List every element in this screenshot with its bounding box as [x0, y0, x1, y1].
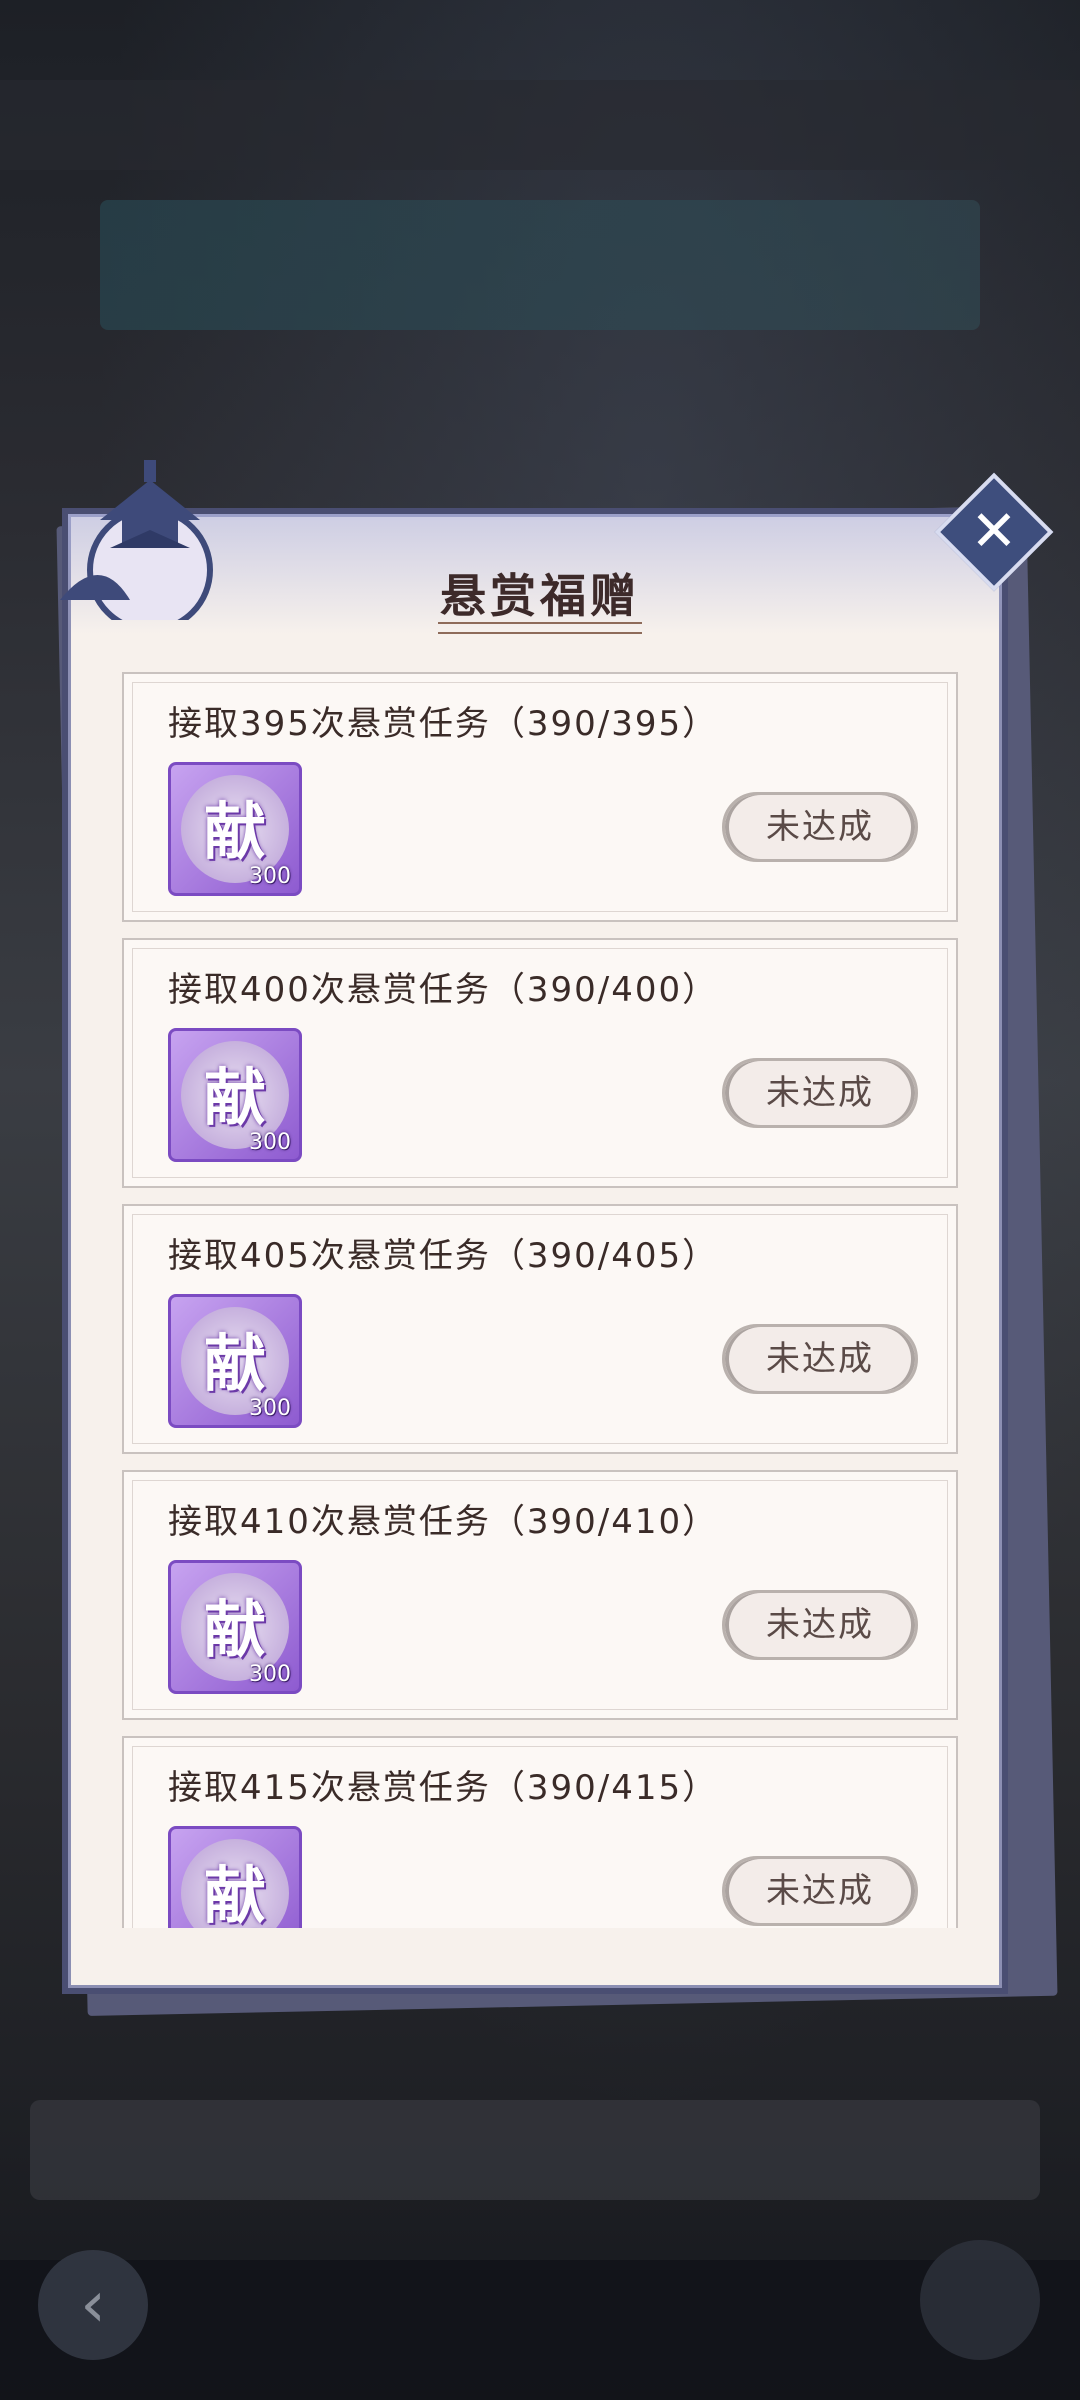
offering-icon: 献 [203, 1859, 266, 1928]
reward-count: 300 [249, 1130, 291, 1155]
background-top-bar [0, 80, 1080, 170]
menu-icon [920, 2240, 1040, 2360]
offering-icon: 献 [203, 795, 266, 868]
task-title: 接取410次悬赏任务（390/410） [168, 1502, 719, 1542]
task-card: 接取405次悬赏任务（390/405） 献 300 未达成 [122, 1204, 958, 1454]
offering-icon: 献 [203, 1327, 266, 1400]
status-button[interactable]: 未达成 [722, 1058, 918, 1128]
reward-count: 300 [249, 864, 291, 889]
task-title: 接取415次悬赏任务（390/415） [168, 1768, 719, 1808]
background-list-row [30, 2100, 1040, 2200]
dialog-title: 悬赏福赠 [440, 569, 640, 623]
reward-count: 300 [249, 1396, 291, 1421]
reward-item[interactable]: 献 300 [168, 1560, 302, 1694]
offering-icon: 献 [203, 1593, 266, 1666]
offering-icon: 献 [203, 1061, 266, 1134]
task-title: 接取395次悬赏任务（390/395） [168, 704, 719, 744]
task-title: 接取405次悬赏任务（390/405） [168, 1236, 719, 1276]
task-card: 接取410次悬赏任务（390/410） 献 300 未达成 [122, 1470, 958, 1720]
task-card: 接取395次悬赏任务（390/395） 献 300 未达成 [122, 672, 958, 922]
reward-item[interactable]: 献 300 [168, 1826, 302, 1928]
title-ornament [438, 622, 642, 634]
close-icon: ✕ [970, 499, 1018, 564]
task-list[interactable]: 接取395次悬赏任务（390/395） 献 300 未达成 接取400次悬赏任务… [122, 672, 958, 1928]
background-bottom-bar [0, 2260, 1080, 2400]
status-button[interactable]: 未达成 [722, 1590, 918, 1660]
task-card: 接取415次悬赏任务（390/415） 献 300 未达成 [122, 1736, 958, 1928]
task-card: 接取400次悬赏任务（390/400） 献 300 未达成 [122, 938, 958, 1188]
background-banner [100, 200, 980, 330]
reward-item[interactable]: 献 300 [168, 1028, 302, 1162]
task-title: 接取400次悬赏任务（390/400） [168, 970, 719, 1010]
reward-count: 300 [249, 1662, 291, 1687]
status-button[interactable]: 未达成 [722, 1324, 918, 1394]
status-button[interactable]: 未达成 [722, 792, 918, 862]
reward-item[interactable]: 献 300 [168, 1294, 302, 1428]
reward-item[interactable]: 献 300 [168, 762, 302, 896]
back-arrow-icon: ‹ [38, 2250, 148, 2360]
status-button[interactable]: 未达成 [722, 1856, 918, 1926]
